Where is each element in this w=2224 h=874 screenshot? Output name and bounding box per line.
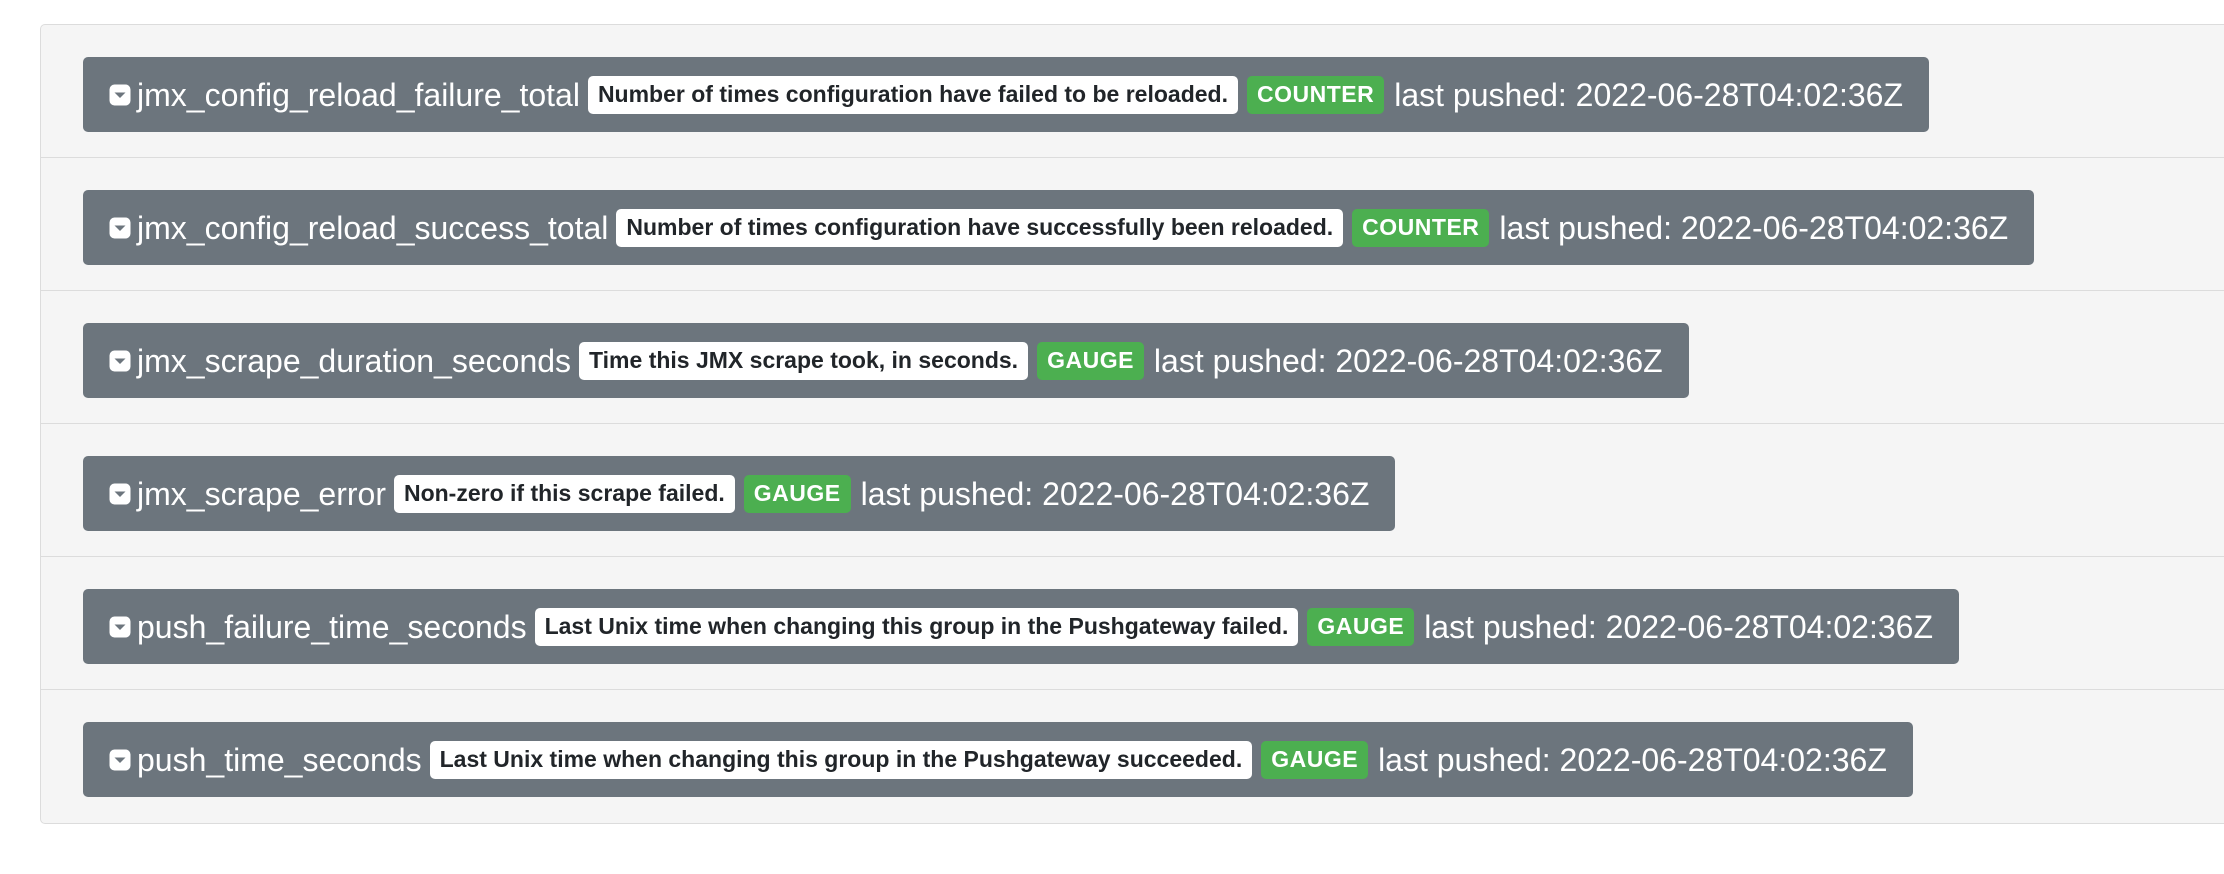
metrics-panel: jmx_config_reload_failure_total Number o… xyxy=(40,24,2224,824)
metric-name: jmx_scrape_duration_seconds xyxy=(137,342,572,379)
caret-square-down-icon[interactable] xyxy=(107,614,133,640)
caret-square-down-icon[interactable] xyxy=(107,747,133,773)
metric-help-badge: Last Unix time when changing this group … xyxy=(534,607,1299,646)
metric-name: jmx_config_reload_failure_total xyxy=(137,76,580,113)
metric-last-pushed: last pushed: 2022-06-28T04:02:36Z xyxy=(1424,608,1933,645)
caret-square-down-icon[interactable] xyxy=(107,481,133,507)
metric-help-badge: Non-zero if this scrape failed. xyxy=(393,474,735,513)
metric-last-pushed: last pushed: 2022-06-28T04:02:36Z xyxy=(1378,741,1887,778)
metric-type-badge: GAUGE xyxy=(743,474,851,513)
metric-row: jmx_config_reload_failure_total Number o… xyxy=(41,25,2224,158)
metric-help-badge: Last Unix time when changing this group … xyxy=(429,740,1253,779)
metric-type-badge: GAUGE xyxy=(1037,341,1144,380)
caret-square-down-icon[interactable] xyxy=(107,82,133,108)
metric-last-pushed: last pushed: 2022-06-28T04:02:36Z xyxy=(1394,76,1904,113)
metric-name: jmx_config_reload_success_total xyxy=(137,209,609,246)
metric-name: push_failure_time_seconds xyxy=(137,608,527,645)
metric-toggle-push-failure-time-seconds[interactable]: push_failure_time_seconds Last Unix time… xyxy=(83,589,1959,664)
metric-last-pushed: last pushed: 2022-06-28T04:02:36Z xyxy=(860,475,1370,512)
metric-toggle-jmx-config-reload-success-total[interactable]: jmx_config_reload_success_total Number o… xyxy=(83,190,2035,265)
metric-help-badge: Number of times configuration have succe… xyxy=(616,208,1344,247)
metric-help-badge: Time this JMX scrape took, in seconds. xyxy=(579,341,1029,380)
metric-name: push_time_seconds xyxy=(137,741,422,778)
metric-type-badge: GAUGE xyxy=(1261,740,1369,779)
metric-toggle-jmx-scrape-duration-seconds[interactable]: jmx_scrape_duration_seconds Time this JM… xyxy=(83,323,1689,398)
metric-type-badge: COUNTER xyxy=(1352,208,1490,247)
metric-last-pushed: last pushed: 2022-06-28T04:02:36Z xyxy=(1153,342,1663,379)
metric-type-badge: GAUGE xyxy=(1307,607,1415,646)
metric-row: jmx_scrape_error Non-zero if this scrape… xyxy=(41,424,2224,557)
metric-row: push_time_seconds Last Unix time when ch… xyxy=(41,690,2224,823)
metric-name: jmx_scrape_error xyxy=(137,475,386,512)
caret-square-down-icon[interactable] xyxy=(107,348,133,374)
metric-row: jmx_scrape_duration_seconds Time this JM… xyxy=(41,291,2224,424)
metric-toggle-jmx-scrape-error[interactable]: jmx_scrape_error Non-zero if this scrape… xyxy=(83,456,1396,531)
metric-row: jmx_config_reload_success_total Number o… xyxy=(41,158,2224,291)
metric-last-pushed: last pushed: 2022-06-28T04:02:36Z xyxy=(1499,209,2009,246)
metric-help-badge: Number of times configuration have faile… xyxy=(587,75,1238,114)
metric-row: push_failure_time_seconds Last Unix time… xyxy=(41,557,2224,690)
metric-type-badge: COUNTER xyxy=(1246,75,1385,114)
metric-toggle-push-time-seconds[interactable]: push_time_seconds Last Unix time when ch… xyxy=(83,722,1913,797)
caret-square-down-icon[interactable] xyxy=(107,215,133,241)
metric-toggle-jmx-config-reload-failure-total[interactable]: jmx_config_reload_failure_total Number o… xyxy=(83,57,1930,132)
